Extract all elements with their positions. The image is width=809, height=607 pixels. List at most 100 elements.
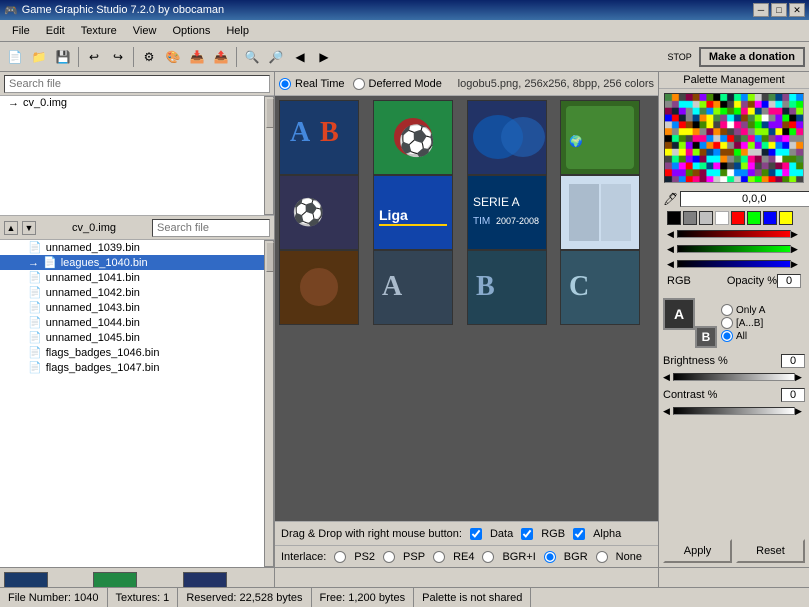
r-slider-left[interactable]: ◀ — [667, 229, 677, 240]
brightness-slider-left[interactable]: ◀ — [663, 372, 673, 383]
swatch-blue[interactable] — [763, 211, 777, 225]
all-radio[interactable] — [721, 330, 733, 342]
export-button[interactable]: 📤 — [210, 46, 232, 68]
list-item[interactable]: 📄 flags_badges_1046.bin — [0, 345, 274, 360]
swatch-silver[interactable] — [699, 211, 713, 225]
prev-button[interactable]: ◀ — [289, 46, 311, 68]
list-item[interactable]: 📄 unnamed_1041.bin — [0, 270, 274, 285]
b-color-block[interactable]: B — [695, 326, 717, 348]
list-item[interactable]: 📄 unnamed_1044.bin — [0, 315, 274, 330]
zoom-out-button[interactable]: 🔎 — [265, 46, 287, 68]
texture-cell-10[interactable]: A — [373, 250, 453, 325]
texture-cell-2[interactable]: ⚽ — [373, 100, 453, 175]
opacity-input[interactable] — [777, 274, 801, 288]
settings-button[interactable]: ⚙ — [138, 46, 160, 68]
brightness-slider-track[interactable] — [673, 373, 795, 381]
color-value-input[interactable] — [680, 191, 809, 207]
nav-up-button[interactable]: ▲ — [4, 221, 18, 235]
menu-texture[interactable]: Texture — [73, 23, 125, 39]
r-slider-track[interactable] — [677, 230, 791, 238]
list-item[interactable]: 📄 unnamed_1043.bin — [0, 300, 274, 315]
realtime-radio[interactable] — [279, 78, 291, 90]
top-search-input[interactable] — [4, 75, 270, 93]
g-slider-right[interactable]: ▶ — [791, 244, 801, 255]
minimize-button[interactable]: ─ — [753, 3, 769, 17]
r-slider-right[interactable]: ▶ — [791, 229, 801, 240]
contrast-slider-left[interactable]: ◀ — [663, 406, 673, 417]
menu-view[interactable]: View — [125, 23, 165, 39]
only-a-radio[interactable] — [721, 304, 733, 316]
texture-cell-7[interactable]: SERIE A TIM 2007-2008 — [467, 175, 547, 250]
list-item[interactable]: 📄 unnamed_1045.bin — [0, 330, 274, 345]
deferred-radio[interactable] — [353, 78, 365, 90]
tree-scroll-thumb[interactable] — [266, 98, 274, 128]
b-slider-track[interactable] — [677, 260, 791, 268]
brightness-slider-right[interactable]: ▶ — [795, 372, 805, 383]
texture-cell-12[interactable]: C — [560, 250, 640, 325]
swatch-white[interactable] — [715, 211, 729, 225]
interlace-none[interactable] — [596, 551, 608, 563]
new-button[interactable]: 📄 — [4, 46, 26, 68]
reset-button[interactable]: Reset — [736, 539, 805, 563]
a-b-radio[interactable] — [721, 317, 733, 329]
zoom-in-button[interactable]: 🔍 — [241, 46, 263, 68]
menu-file[interactable]: File — [4, 23, 38, 39]
list-item[interactable]: → 📄 leagues_1040.bin — [0, 255, 274, 270]
texture-cell-1[interactable]: A B — [279, 100, 359, 175]
menu-options[interactable]: Options — [164, 23, 218, 39]
a-color-block[interactable]: A — [663, 298, 695, 330]
list-item[interactable]: 📄 flags_badges_1047.bin — [0, 360, 274, 375]
texture-cell-8[interactable] — [560, 175, 640, 250]
texture-cell-4[interactable]: 🌍 — [560, 100, 640, 175]
maximize-button[interactable]: □ — [771, 3, 787, 17]
texture-cell-5[interactable]: ⚽ — [279, 175, 359, 250]
file-search-input[interactable] — [152, 219, 270, 237]
menu-edit[interactable]: Edit — [38, 23, 73, 39]
b-slider-left[interactable]: ◀ — [667, 259, 677, 270]
interlace-bgri[interactable] — [482, 551, 494, 563]
apply-button[interactable]: Apply — [663, 539, 732, 563]
texture-cell-9[interactable] — [279, 250, 359, 325]
contrast-input[interactable] — [781, 388, 805, 402]
alpha-checkbox[interactable] — [573, 528, 585, 540]
swatch-yellow[interactable] — [779, 211, 793, 225]
texture-cell-3[interactable] — [467, 100, 547, 175]
b-slider-right[interactable]: ▶ — [791, 259, 801, 270]
texture-cell-11[interactable]: B — [467, 250, 547, 325]
list-scrollbar[interactable] — [264, 240, 274, 567]
import-button[interactable]: 📥 — [186, 46, 208, 68]
interlace-psp[interactable] — [383, 551, 395, 563]
swatch-gray[interactable] — [683, 211, 697, 225]
tree-scrollbar[interactable] — [264, 96, 274, 215]
palette-canvas[interactable] — [664, 93, 804, 183]
swatch-red[interactable] — [731, 211, 745, 225]
nav-down-button[interactable]: ▼ — [22, 221, 36, 235]
interlace-bgr[interactable] — [544, 551, 556, 563]
list-item[interactable]: 📄 unnamed_1042.bin — [0, 285, 274, 300]
texture-cell-6[interactable]: Liga — [373, 175, 453, 250]
save-button[interactable]: 💾 — [52, 46, 74, 68]
next-button[interactable]: ▶ — [313, 46, 335, 68]
menu-help[interactable]: Help — [218, 23, 257, 39]
swatch-black[interactable] — [667, 211, 681, 225]
g-slider-left[interactable]: ◀ — [667, 244, 677, 255]
eyedropper-icon[interactable]: 🖊 — [663, 192, 678, 206]
stop-button[interactable]: STOP — [662, 46, 696, 68]
list-scroll-thumb[interactable] — [266, 242, 274, 272]
g-slider-track[interactable] — [677, 245, 791, 253]
tree-root-item[interactable]: → cv_0.img — [0, 96, 274, 110]
brightness-input[interactable] — [781, 354, 805, 368]
interlace-re4[interactable] — [433, 551, 445, 563]
swatch-green[interactable] — [747, 211, 761, 225]
donation-button[interactable]: Make a donation — [699, 47, 805, 67]
palette-button[interactable]: 🎨 — [162, 46, 184, 68]
contrast-slider-right[interactable]: ▶ — [795, 406, 805, 417]
list-item[interactable]: 📄 unnamed_1039.bin — [0, 240, 274, 255]
contrast-slider-track[interactable] — [673, 407, 795, 415]
undo-button[interactable]: ↩ — [83, 46, 105, 68]
interlace-ps2[interactable] — [334, 551, 346, 563]
close-button[interactable]: ✕ — [789, 3, 805, 17]
open-button[interactable]: 📁 — [28, 46, 50, 68]
rgb-checkbox[interactable] — [521, 528, 533, 540]
data-checkbox[interactable] — [470, 528, 482, 540]
